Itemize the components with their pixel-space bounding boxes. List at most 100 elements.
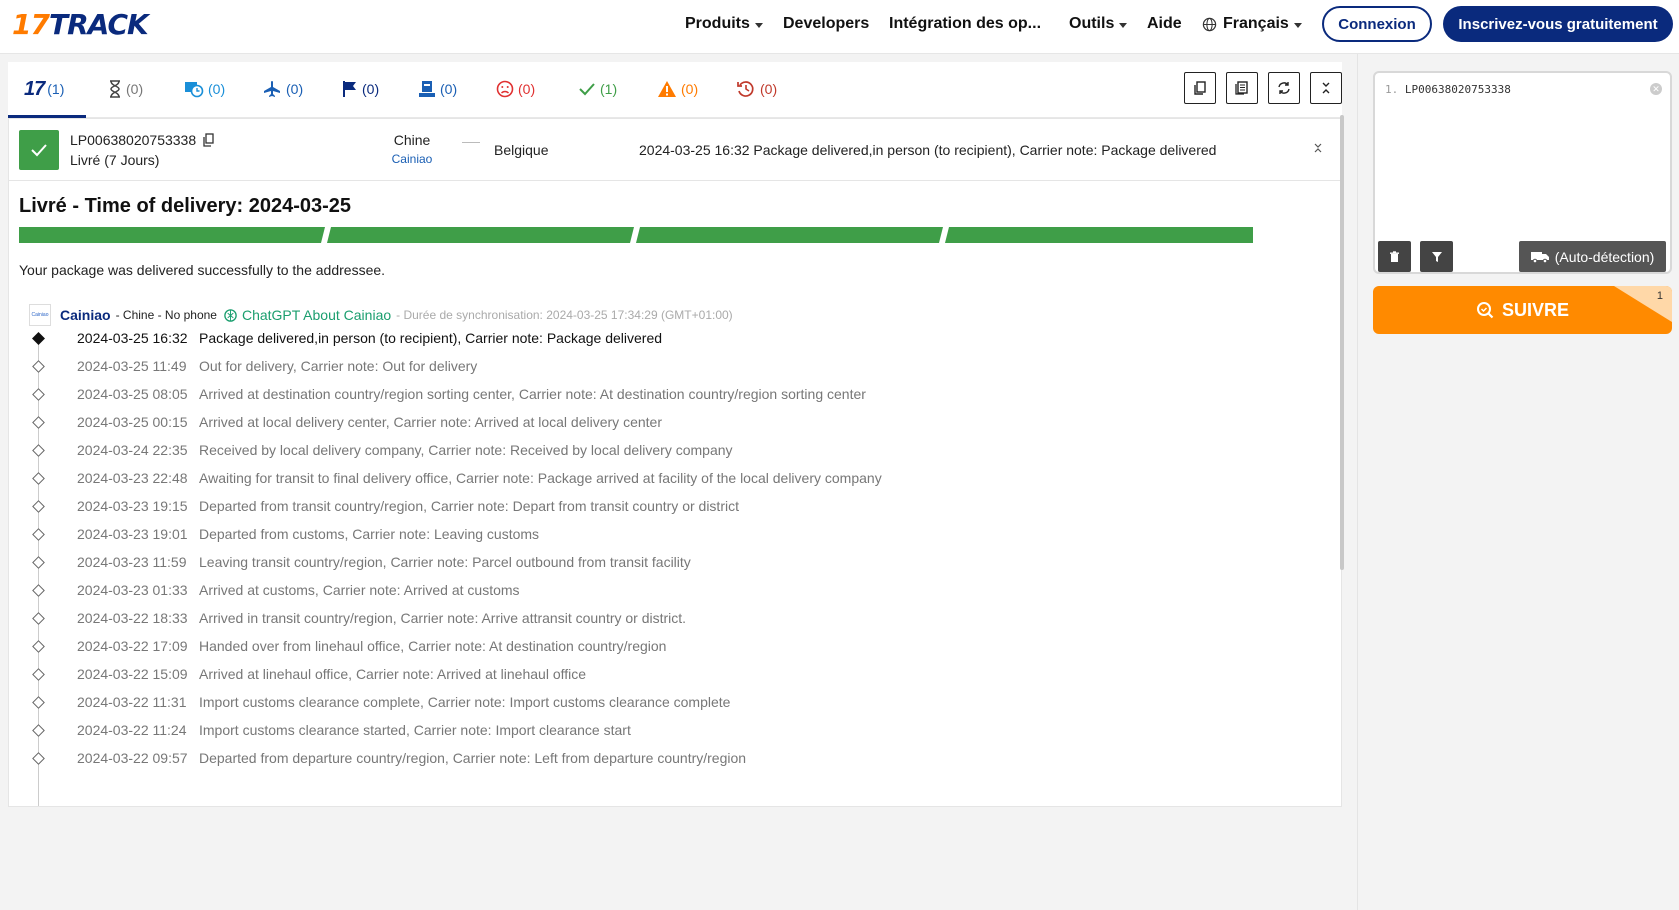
timeline-event: 2024-03-22 11:31 Import customs clearance… [31,688,1331,716]
timeline-dot [32,444,45,457]
tab-pending[interactable]: (0) [108,78,143,100]
timeline-dot [32,332,45,345]
trash-icon [1390,250,1399,262]
copy-button[interactable] [1184,72,1216,104]
status-filter-tabs: 17 (1) (0) (0) (0) (0) (0) (0) (1) (0) (… [8,62,1342,118]
language-selector[interactable]: Français [1202,0,1302,48]
timeline-event: 2024-03-25 00:15 Arrived at local deliver… [31,408,1331,436]
carrier-name[interactable]: Cainiao [60,307,111,323]
nav-tools[interactable]: Outils [1069,0,1128,48]
progress-segment [636,227,943,243]
in-transit-clock-icon [185,82,204,98]
nav-help[interactable]: Aide [1147,0,1182,48]
sad-face-icon [496,80,514,98]
delete-button[interactable] [1378,241,1411,272]
tracking-number: LP00638020753338 [70,132,215,148]
timeline-dot [32,500,45,513]
filter-icon [1431,251,1442,262]
copy-icon [1194,81,1206,95]
pickup-icon [419,81,435,97]
timeline-event: 2024-03-24 22:35 Received by local delive… [31,436,1331,464]
tab-undelivered[interactable]: (0) [496,78,535,100]
refresh-icon [1278,82,1290,94]
nav-products[interactable]: Produits [685,0,763,48]
origin-country: Chine [393,132,431,148]
delivered-status-icon [19,130,59,170]
tracking-input-line: 1. LP00638020753338 [1385,83,1511,96]
timeline-dot [32,612,45,625]
tab-out-for-delivery[interactable]: (0) [342,78,379,100]
all-17-icon: 17 [24,77,45,100]
shipment-card: LP00638020753338 Livré (7 Jours) Chine C… [8,118,1342,807]
timeline-dot [32,584,45,597]
count-badge-corner [1614,286,1672,322]
document-copy-icon [1235,81,1248,95]
nav-developers[interactable]: Developers [783,0,869,48]
route-arrow-icon [462,142,480,143]
tab-pickup[interactable]: (0) [418,78,457,100]
copy-icon[interactable] [202,133,215,147]
collapse-icon[interactable] [1313,142,1323,154]
filter-button[interactable] [1420,241,1453,272]
tab-info-received[interactable]: (0) [184,78,225,100]
airplane-icon [264,81,280,97]
progress-segment [945,227,1253,243]
progress-segment [327,227,634,243]
timeline-event: 2024-03-23 19:01 Departed from customs, C… [31,520,1331,548]
flag-icon [343,81,356,97]
tab-delivered[interactable]: (1) [578,78,617,100]
timeline-event: 2024-03-22 11:24 Import customs clearance… [31,716,1331,744]
latest-event: 2024-03-25 16:32 Package delivered,in pe… [639,142,1217,158]
chatgpt-icon [224,308,237,322]
timeline-event: 2024-03-25 11:49 Out for delivery, Carrie… [31,352,1331,380]
login-button[interactable]: Connexion [1322,6,1432,42]
timeline-event: 2024-03-22 18:33 Arrived in transit count… [31,604,1331,632]
truck-icon [1530,251,1549,263]
timeline-event: 2024-03-25 16:32 Package delivered,in per… [31,324,1331,352]
timeline-event: 2024-03-25 08:05 Arrived at destination c… [31,380,1331,408]
17track-logo[interactable]: 17TRACK [12,8,149,41]
carrier-link[interactable]: Cainiao [369,152,455,166]
tracking-input-panel: 1. LP00638020753338 ✕ (Auto-détection) S… [1357,54,1679,910]
chevron-down-icon [1119,22,1128,28]
timeline-event: 2024-03-23 19:15 Departed from transit co… [31,492,1331,520]
globe-icon [1202,17,1217,31]
destination-country: Belgique [494,142,549,158]
timeline-event: 2024-03-23 01:33 Arrived at customs, Carr… [31,576,1331,604]
refresh-button[interactable] [1268,72,1300,104]
clear-input-icon[interactable]: ✕ [1650,83,1662,95]
shipment-summary-row[interactable]: LP00638020753338 Livré (7 Jours) Chine C… [9,119,1341,181]
copy-details-button[interactable] [1226,72,1258,104]
collapse-all-button[interactable] [1310,72,1342,104]
timeline-dot [32,696,45,709]
timeline-dot [32,668,45,681]
tab-all[interactable]: 17 (1) [24,78,64,100]
chatgpt-link[interactable]: ChatGPT About Cainiao [223,307,391,323]
tracking-numbers-input[interactable]: 1. LP00638020753338 ✕ (Auto-détection) [1373,71,1672,274]
delivery-description: Your package was delivered successfully … [19,262,386,278]
carrier-auto-detect-button[interactable]: (Auto-détection) [1519,241,1666,272]
tab-alert[interactable]: (0) [657,78,698,100]
chevron-down-icon [754,22,763,28]
carrier-logo: Cainiao [29,304,51,326]
results-scrollbar[interactable] [1340,115,1344,570]
tab-expired[interactable]: (0) [736,78,777,100]
tracking-results-panel: 17 (1) (0) (0) (0) (0) (0) (0) (1) (0) (… [8,62,1342,807]
tab-in-transit[interactable]: (0) [262,78,303,100]
timeline-dot [32,388,45,401]
shipment-status: Livré (7 Jours) [70,152,160,168]
timeline-event: 2024-03-22 17:09 Handed over from linehau… [31,632,1331,660]
timeline-dot [32,640,45,653]
top-navigation-bar: 17TRACK Produits Developers Intégration … [0,0,1679,54]
carrier-meta: - Chine - No phone [115,308,217,322]
hourglass-icon [110,80,120,98]
warning-icon [658,81,676,97]
timeline-dot [32,528,45,541]
timeline-event: 2024-03-23 11:59 Leaving transit country/… [31,548,1331,576]
track-button[interactable]: SUIVRE 1 [1373,286,1672,334]
timeline-dot [32,556,45,569]
signup-button[interactable]: Inscrivez-vous gratuitement [1443,6,1673,42]
progress-segment [19,227,325,243]
nav-integration[interactable]: Intégration des op... [889,0,1041,48]
timeline-event: 2024-03-23 22:48 Awaiting for transit to … [31,464,1331,492]
